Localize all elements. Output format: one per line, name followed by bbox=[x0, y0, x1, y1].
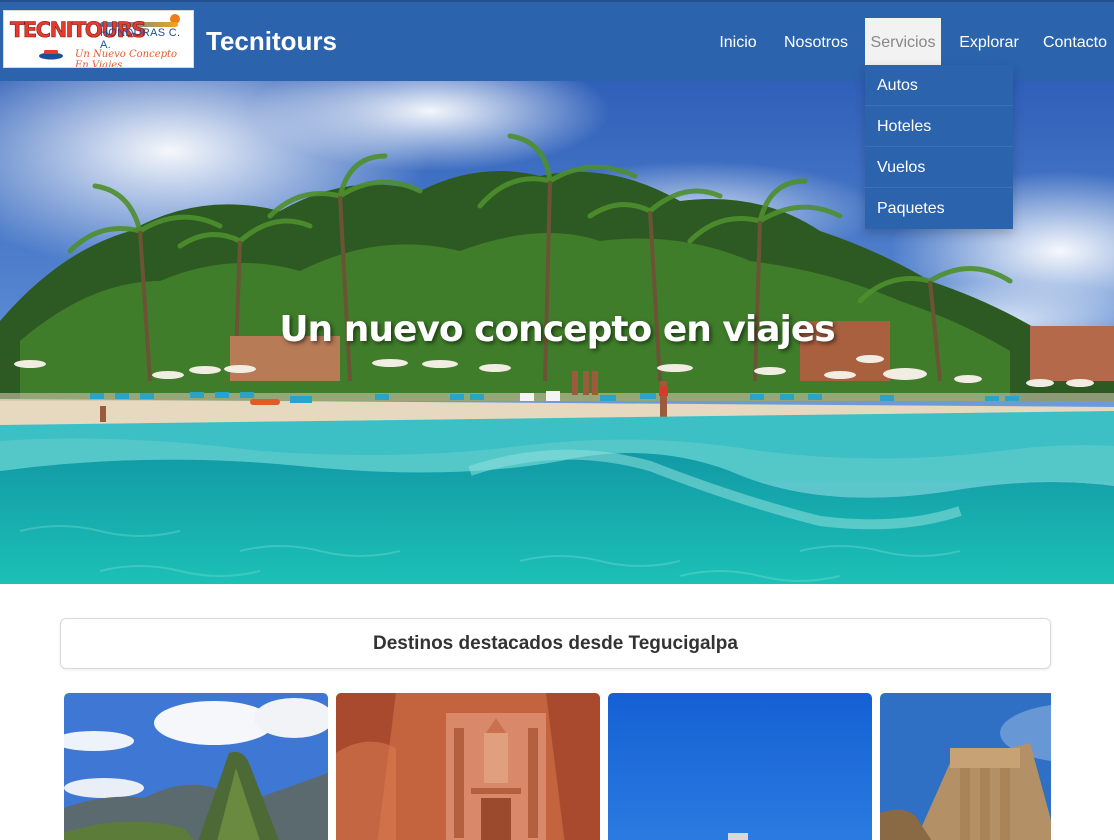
destination-card-petra[interactable] bbox=[336, 693, 600, 840]
blue-sky-image bbox=[608, 693, 872, 840]
company-logo[interactable]: TECNITOURS HONDURAS C. A. Un Nuevo Conce… bbox=[3, 10, 194, 68]
dropdown-item-vuelos[interactable]: Vuelos bbox=[865, 147, 1013, 188]
machu-picchu-image bbox=[64, 693, 328, 840]
destination-card-3[interactable] bbox=[608, 693, 872, 840]
featured-destinations-heading: Destinos destacados desde Tegucigalpa bbox=[60, 618, 1051, 669]
brand-name[interactable]: Tecnitours bbox=[206, 26, 337, 57]
destination-cards bbox=[64, 693, 1051, 840]
dropdown-item-autos[interactable]: Autos bbox=[865, 65, 1013, 106]
petra-image bbox=[336, 693, 600, 840]
nav-nosotros[interactable]: Nosotros bbox=[782, 18, 850, 67]
nav-contacto[interactable]: Contacto bbox=[1040, 18, 1110, 67]
nav-servicios[interactable]: Servicios bbox=[865, 18, 941, 67]
logo-tagline: Un Nuevo Concepto En Viajes bbox=[75, 49, 178, 68]
servicios-dropdown-menu: Autos Hoteles Vuelos Paquetes bbox=[865, 65, 1013, 229]
dropdown-item-hoteles[interactable]: Hoteles bbox=[865, 106, 1013, 147]
nav-explorar[interactable]: Explorar bbox=[956, 18, 1022, 67]
hero-title: Un nuevo concepto en viajes bbox=[279, 309, 835, 350]
destination-card-greek-ruins[interactable] bbox=[880, 693, 1051, 840]
nav-inicio[interactable]: Inicio bbox=[712, 18, 764, 67]
boat-icon bbox=[39, 50, 63, 60]
greek-ruins-image bbox=[880, 693, 1051, 840]
destination-card-machu-picchu[interactable] bbox=[64, 693, 328, 840]
dropdown-item-paquetes[interactable]: Paquetes bbox=[865, 188, 1013, 229]
page: TECNITOURS HONDURAS C. A. Un Nuevo Conce… bbox=[0, 0, 1114, 840]
logo-sub-text: HONDURAS C. A. bbox=[100, 27, 181, 51]
